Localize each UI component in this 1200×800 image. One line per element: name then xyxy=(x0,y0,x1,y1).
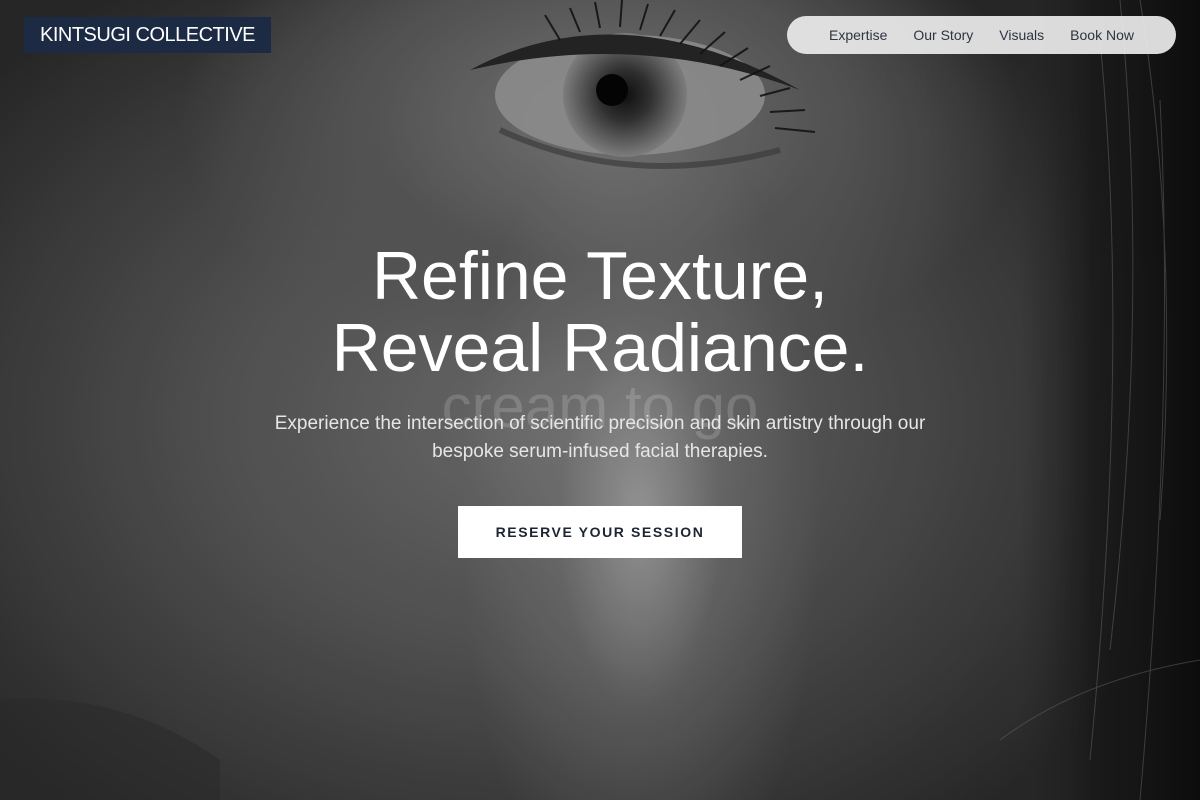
hero-subtitle: Experience the intersection of scientifi… xyxy=(274,413,926,462)
nav-link-visuals[interactable]: Visuals xyxy=(999,27,1044,43)
reserve-session-button[interactable]: RESERVE YOUR SESSION xyxy=(458,506,742,558)
brand-logo[interactable]: KINTSUGI COLLECTIVE xyxy=(24,17,271,53)
hero-headline-line-2: Reveal Radiance. xyxy=(331,310,869,386)
hero-headline: Refine Texture, Reveal Radiance. xyxy=(0,240,1200,384)
hero-section: KINTSUGI COLLECTIVE Expertise Our Story … xyxy=(0,0,1200,800)
nav-link-expertise[interactable]: Expertise xyxy=(829,27,887,43)
main-nav: Expertise Our Story Visuals Book Now xyxy=(787,16,1176,54)
nav-link-our-story[interactable]: Our Story xyxy=(913,27,973,43)
hero-headline-line-1: Refine Texture, xyxy=(371,238,829,314)
nav-link-book-now[interactable]: Book Now xyxy=(1070,27,1134,43)
